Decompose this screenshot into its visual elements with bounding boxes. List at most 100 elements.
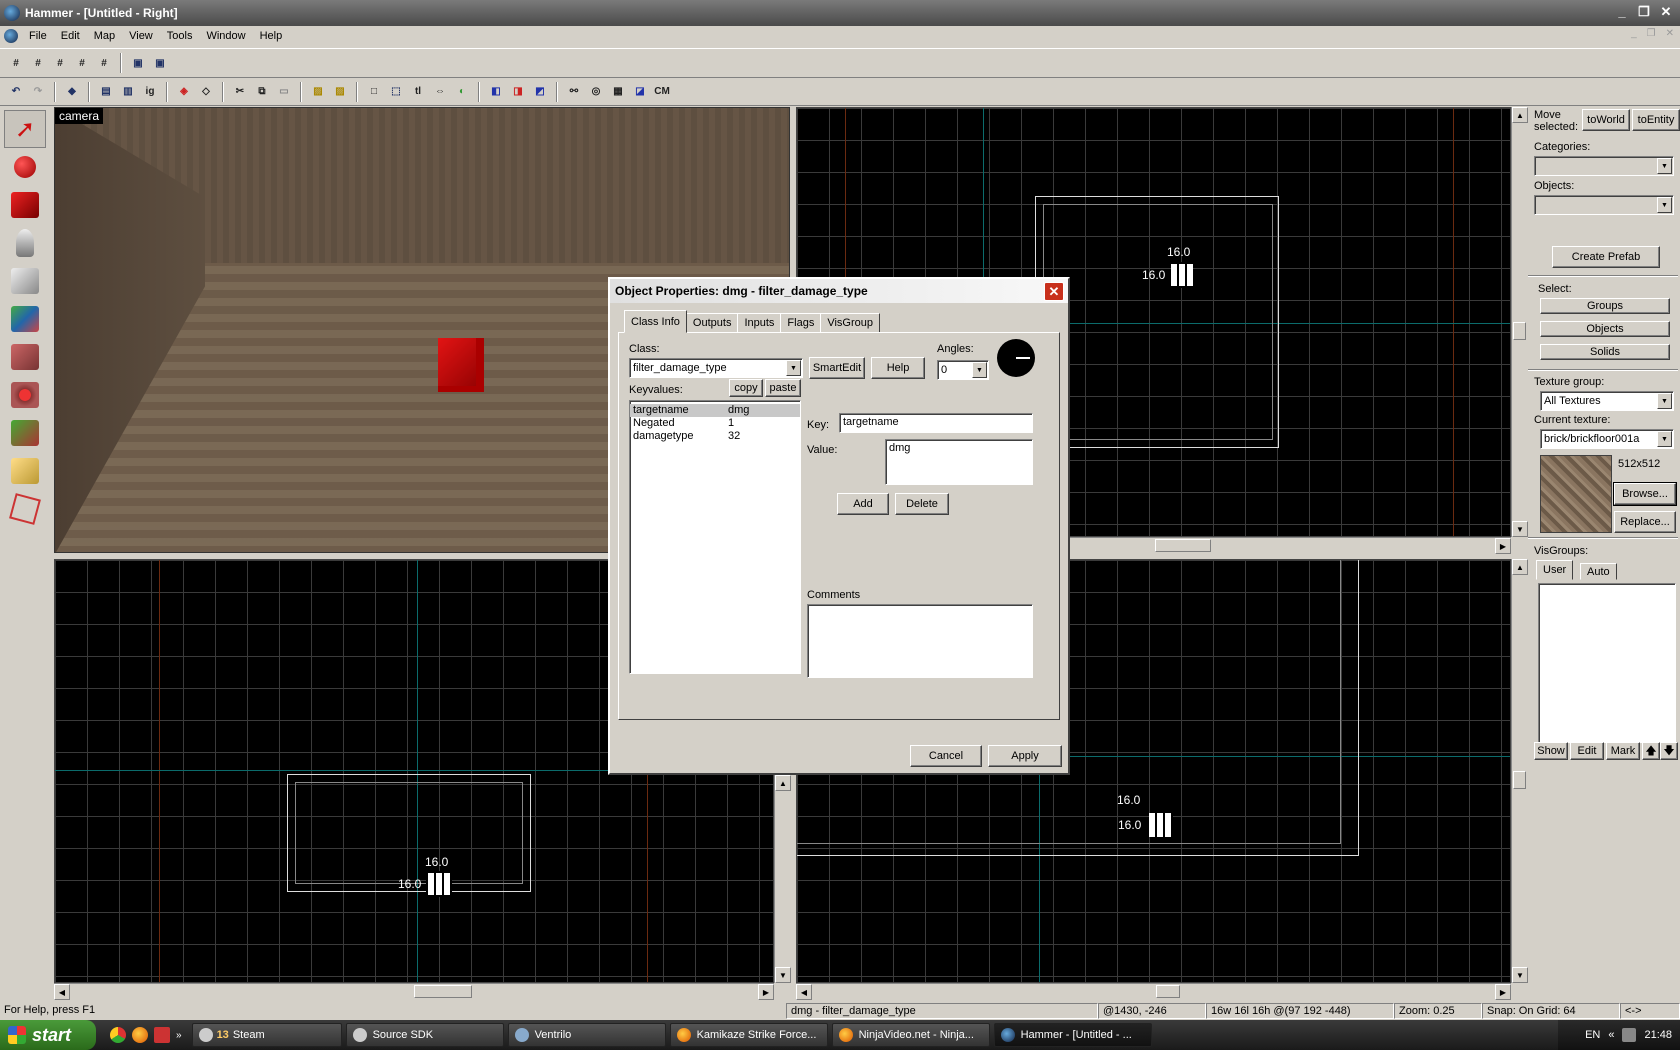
camera-label[interactable]: camera	[55, 108, 104, 124]
firefox-icon[interactable]	[132, 1027, 148, 1043]
scroll-thumb[interactable]	[1155, 539, 1211, 552]
replace-button[interactable]: Replace...	[1614, 511, 1676, 533]
more-icon[interactable]: »	[176, 1030, 182, 1041]
tab-inputs[interactable]: Inputs	[737, 313, 782, 333]
camera-tool[interactable]	[4, 186, 46, 224]
value-field[interactable]: dmg	[885, 439, 1033, 485]
move-up-button[interactable]: 🡅	[1642, 742, 1660, 760]
scroll-down-button[interactable]: ▼	[1512, 967, 1528, 983]
redo-icon[interactable]: ↷	[28, 82, 48, 102]
menu-view[interactable]: View	[122, 30, 160, 42]
mdi-restore-button[interactable]: ❐	[1647, 28, 1656, 39]
keyvalues-list[interactable]: targetname dmg Negated 1 damagetype 32	[629, 400, 801, 674]
entity-names-icon[interactable]: ◩	[530, 82, 550, 102]
run-map-icon[interactable]: ◆	[62, 82, 82, 102]
tab-visgroup[interactable]: VisGroup	[820, 313, 880, 333]
media-icon[interactable]	[154, 1027, 170, 1043]
visgroups-tab-user[interactable]: User	[1536, 560, 1574, 580]
angles-dropdown[interactable]: 0 ▼	[937, 360, 989, 380]
task-hammer[interactable]: Hammer - [Untitled - ...	[993, 1023, 1152, 1047]
tray-icon[interactable]	[1622, 1028, 1637, 1042]
entity-tool[interactable]	[4, 224, 46, 262]
ignore-groups-icon[interactable]: ig	[140, 82, 160, 102]
scroll-left-button[interactable]: ◀	[54, 984, 70, 1000]
to-entity-button[interactable]: toEntity	[1632, 109, 1680, 131]
carve-icon[interactable]: ▣	[128, 53, 148, 73]
entity-handle[interactable]	[1169, 262, 1195, 288]
front-viewport-hscroll[interactable]: ◀ ▶	[54, 983, 774, 1000]
cubemap-icon[interactable]: CM	[652, 82, 672, 102]
copy-button[interactable]: copy	[729, 379, 763, 397]
texture-application-tool[interactable]	[4, 300, 46, 338]
keyvalue-row[interactable]: damagetype 32	[630, 430, 800, 443]
select-objects-button[interactable]: Objects	[1540, 321, 1670, 337]
grid-toggle-icon[interactable]: #	[6, 53, 26, 73]
cut-icon[interactable]: ✂	[230, 82, 250, 102]
scroll-up-button[interactable]: ▲	[1512, 559, 1528, 575]
mdi-close-button[interactable]: ✕	[1666, 28, 1674, 39]
visgroups-tab-auto[interactable]: Auto	[1580, 563, 1617, 580]
select-groups-button[interactable]: Groups	[1540, 298, 1670, 314]
comments-field[interactable]	[807, 604, 1033, 678]
hollow-icon[interactable]: ▨	[308, 82, 328, 102]
task-source-sdk[interactable]: Source SDK	[345, 1023, 504, 1047]
tab-outputs[interactable]: Outputs	[685, 313, 739, 333]
scroll-right-button[interactable]: ▶	[1495, 538, 1511, 554]
show-all-icon[interactable]: ▥	[118, 82, 138, 102]
scroll-thumb[interactable]	[414, 985, 472, 998]
texture-app-icon[interactable]: ◪	[630, 82, 650, 102]
undo-icon[interactable]: ↶	[6, 82, 26, 102]
delete-button[interactable]: Delete	[895, 493, 949, 515]
scroll-up-button[interactable]: ▲	[775, 775, 791, 791]
top-viewport-hscroll[interactable]: ▶	[1070, 537, 1511, 554]
menu-map[interactable]: Map	[87, 30, 122, 42]
front-viewport-vscroll[interactable]: ▲ ▼	[774, 775, 791, 983]
3d-grid-icon[interactable]: #	[28, 53, 48, 73]
task-ninjavideo[interactable]: NinjaVideo.net - Ninja...	[831, 1023, 990, 1047]
scroll-down-button[interactable]: ▼	[1512, 521, 1528, 537]
mdi-minimize-button[interactable]: _	[1631, 28, 1637, 39]
tray-expand-icon[interactable]: «	[1608, 1029, 1614, 1041]
texture-lock-label-icon[interactable]: tl	[408, 82, 428, 102]
scroll-right-button[interactable]: ▶	[758, 984, 774, 1000]
vertex-tool[interactable]	[4, 490, 46, 528]
task-ventrilo[interactable]: Ventrilo	[507, 1023, 666, 1047]
selection-tool[interactable]: ➚	[4, 110, 46, 148]
scroll-thumb[interactable]	[1156, 985, 1180, 998]
menu-edit[interactable]: Edit	[54, 30, 87, 42]
entity-helpers-icon[interactable]: ◨	[508, 82, 528, 102]
scroll-thumb[interactable]	[1513, 771, 1526, 789]
scroll-thumb[interactable]	[1513, 322, 1526, 340]
model-fade-icon[interactable]: ◎	[586, 82, 606, 102]
help-button[interactable]: Help	[871, 357, 925, 379]
objects-dropdown[interactable]: ▼	[1534, 195, 1674, 215]
entity-red-cube[interactable]	[438, 338, 484, 392]
visgroup-show-button[interactable]: Show	[1534, 742, 1568, 760]
side-viewport-hscroll[interactable]: ◀ ▶	[796, 983, 1511, 1000]
clip-icon[interactable]: ▨	[330, 82, 350, 102]
flip-horizontal-icon[interactable]: ⇔	[430, 82, 450, 102]
tab-class-info[interactable]: Class Info	[624, 310, 687, 333]
minimize-button[interactable]: _	[1612, 4, 1632, 22]
browse-button[interactable]: Browse...	[1613, 482, 1677, 506]
smartedit-button[interactable]: SmartEdit	[809, 357, 865, 379]
task-kamikaze[interactable]: Kamikaze Strike Force...	[669, 1023, 828, 1047]
texture-preview[interactable]	[1540, 455, 1612, 533]
menu-tools[interactable]: Tools	[160, 30, 200, 42]
keyvalue-row[interactable]: targetname dmg	[630, 404, 800, 417]
add-button[interactable]: Add	[837, 493, 889, 515]
overlay-tool[interactable]	[4, 414, 46, 452]
maximize-button[interactable]: ❐	[1634, 4, 1654, 22]
texture-browser-icon[interactable]: ▦	[608, 82, 628, 102]
ungroup-icon[interactable]: ◇	[196, 82, 216, 102]
class-dropdown[interactable]: filter_damage_type ▼	[629, 358, 803, 378]
key-field[interactable]: targetname	[839, 413, 1033, 433]
magnify-tool[interactable]	[4, 148, 46, 186]
group-selection-icon[interactable]: ◈	[174, 82, 194, 102]
menu-help[interactable]: Help	[253, 30, 290, 42]
paste-icon[interactable]: ▭	[274, 82, 294, 102]
radius-culling-icon[interactable]: ⚯	[564, 82, 584, 102]
apply-button[interactable]: Apply	[988, 745, 1062, 767]
menu-window[interactable]: Window	[199, 30, 252, 42]
task-steam[interactable]: 13 Steam	[191, 1023, 342, 1047]
